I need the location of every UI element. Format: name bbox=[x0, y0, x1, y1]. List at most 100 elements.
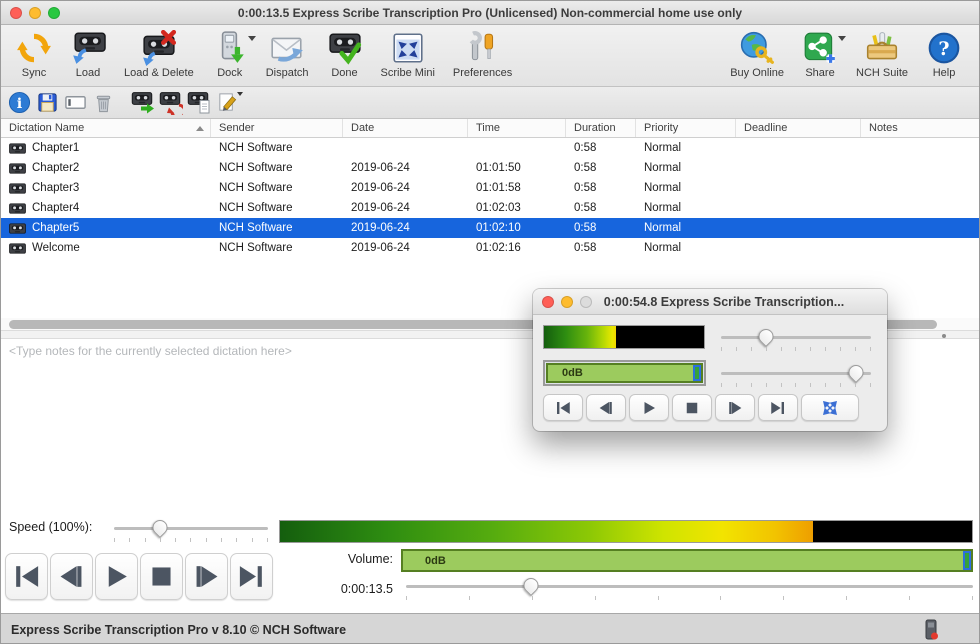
dispatch-button[interactable]: Dispatch bbox=[257, 28, 318, 81]
stop-icon bbox=[683, 399, 701, 417]
mini-volume-slider-thumb[interactable] bbox=[845, 362, 866, 383]
column-label: Date bbox=[351, 122, 374, 134]
time-cell: 01:01:50 bbox=[468, 158, 566, 178]
cassette-icon bbox=[9, 163, 26, 174]
table-row[interactable]: Chapter1 NCH Software 0:58 Normal bbox=[1, 138, 979, 158]
speed-label: Speed (100%): bbox=[9, 520, 92, 534]
date-cell: 2019-06-24 bbox=[343, 238, 468, 258]
mini-speed-slider-thumb[interactable] bbox=[755, 326, 776, 347]
table-row[interactable]: Welcome NCH Software 2019-06-24 01:02:16… bbox=[1, 238, 979, 258]
cassette-icon bbox=[9, 183, 26, 194]
speed-slider-ticks bbox=[114, 538, 268, 542]
column-header-duration[interactable]: Duration bbox=[566, 119, 636, 137]
zoom-button[interactable] bbox=[48, 7, 60, 19]
sync-button[interactable]: Sync bbox=[7, 28, 61, 81]
mini-rewind-button[interactable] bbox=[586, 394, 626, 421]
mini-close-button[interactable] bbox=[542, 296, 554, 308]
mini-fast-forward-button[interactable] bbox=[715, 394, 755, 421]
mini-zoom-button-disabled bbox=[580, 296, 592, 308]
mini-volume-value: 0dB bbox=[548, 367, 583, 379]
info-button[interactable]: i bbox=[5, 89, 33, 117]
buy-online-button[interactable]: Buy Online bbox=[721, 28, 793, 81]
column-header-notes[interactable]: Notes bbox=[861, 119, 979, 137]
load-delete-button[interactable]: Load & Delete bbox=[115, 28, 203, 81]
help-button[interactable]: ? Help bbox=[917, 28, 971, 81]
cassette-copy-icon bbox=[187, 91, 211, 115]
mini-speed-slider[interactable] bbox=[721, 330, 871, 352]
rewind-icon bbox=[597, 399, 615, 417]
column-header-priority[interactable]: Priority bbox=[636, 119, 736, 137]
mini-minimize-button[interactable] bbox=[561, 296, 573, 308]
mini-stop-button[interactable] bbox=[672, 394, 712, 421]
play-button[interactable] bbox=[95, 553, 138, 600]
cassette-dispatch-button[interactable] bbox=[129, 89, 157, 117]
mini-level-meter-fill bbox=[544, 326, 616, 348]
deadline-cell bbox=[736, 158, 861, 178]
skip-to-end-button[interactable] bbox=[230, 553, 273, 600]
edit-notes-button[interactable] bbox=[213, 89, 241, 117]
delete-button[interactable] bbox=[89, 89, 117, 117]
table-row[interactable]: Chapter3 NCH Software 2019-06-24 01:01:5… bbox=[1, 178, 979, 198]
toolbar-label: NCH Suite bbox=[856, 67, 908, 79]
done-button[interactable]: Done bbox=[318, 28, 372, 81]
share-button[interactable]: Share bbox=[793, 28, 847, 81]
toolbar-label: Help bbox=[933, 67, 956, 79]
mini-skip-to-end-button[interactable] bbox=[758, 394, 798, 421]
delete-icon bbox=[92, 91, 115, 114]
nch-suite-button[interactable]: NCH Suite bbox=[847, 28, 917, 81]
mini-volume-handle[interactable] bbox=[693, 365, 701, 381]
mini-play-button[interactable] bbox=[629, 394, 669, 421]
fast-forward-button[interactable] bbox=[185, 553, 228, 600]
duration-cell: 0:58 bbox=[566, 178, 636, 198]
position-slider[interactable] bbox=[406, 579, 973, 601]
mini-skip-to-start-button[interactable] bbox=[543, 394, 583, 421]
cassette-icon bbox=[9, 223, 26, 234]
speed-slider-thumb[interactable] bbox=[150, 517, 171, 538]
column-header-time[interactable]: Time bbox=[468, 119, 566, 137]
column-header-sender[interactable]: Sender bbox=[211, 119, 343, 137]
mini-volume-slider[interactable] bbox=[721, 366, 871, 388]
mini-volume-bar[interactable]: 0dB bbox=[546, 363, 703, 383]
volume-handle[interactable] bbox=[963, 551, 971, 570]
cassette-copy-button[interactable] bbox=[185, 89, 213, 117]
load-button[interactable]: Load bbox=[61, 28, 115, 81]
duration-cell: 0:58 bbox=[566, 218, 636, 238]
close-button[interactable] bbox=[10, 7, 22, 19]
stop-button[interactable] bbox=[140, 553, 183, 600]
level-meter bbox=[279, 520, 973, 543]
sender-cell: NCH Software bbox=[211, 218, 343, 238]
volume-bar[interactable]: 0dB bbox=[401, 549, 973, 572]
express-scribe-window: 0:00:13.5 Express Scribe Transcription P… bbox=[0, 0, 980, 644]
time-cell: 01:02:03 bbox=[468, 198, 566, 218]
label-button[interactable] bbox=[61, 89, 89, 117]
duration-cell: 0:58 bbox=[566, 198, 636, 218]
toolbar-label: Dock bbox=[217, 67, 242, 79]
mini-restore-full-button[interactable] bbox=[801, 394, 859, 421]
speed-slider-track bbox=[114, 527, 268, 530]
column-header-deadline[interactable]: Deadline bbox=[736, 119, 861, 137]
table-row-selected[interactable]: Chapter5 NCH Software 2019-06-24 01:02:1… bbox=[1, 218, 979, 238]
speed-slider[interactable] bbox=[114, 521, 268, 543]
column-header-date[interactable]: Date bbox=[343, 119, 468, 137]
dispatch-icon bbox=[269, 30, 305, 66]
skip-to-start-button[interactable] bbox=[5, 553, 48, 600]
recorder-status-icon[interactable] bbox=[919, 618, 943, 642]
preferences-button[interactable]: Preferences bbox=[444, 28, 521, 81]
dictation-name: Chapter5 bbox=[32, 222, 79, 234]
time-cell bbox=[468, 138, 566, 158]
dock-button[interactable]: Dock bbox=[203, 28, 257, 81]
rewind-button[interactable] bbox=[50, 553, 93, 600]
scribe-mini-icon bbox=[390, 30, 426, 66]
edit-dropdown-caret[interactable] bbox=[237, 92, 243, 96]
position-slider-thumb[interactable] bbox=[520, 575, 541, 596]
scribe-mini-button[interactable]: Scribe Mini bbox=[372, 28, 444, 81]
dock-dropdown-caret[interactable] bbox=[248, 36, 256, 41]
table-row[interactable]: Chapter4 NCH Software 2019-06-24 01:02:0… bbox=[1, 198, 979, 218]
table-row[interactable]: Chapter2 NCH Software 2019-06-24 01:01:5… bbox=[1, 158, 979, 178]
cassette-restore-button[interactable] bbox=[157, 89, 185, 117]
share-dropdown-caret[interactable] bbox=[838, 36, 846, 41]
minimize-button[interactable] bbox=[29, 7, 41, 19]
column-header-dictation-name[interactable]: Dictation Name bbox=[1, 119, 211, 137]
notes-placeholder: <Type notes for the currently selected d… bbox=[9, 344, 292, 358]
save-button[interactable] bbox=[33, 89, 61, 117]
